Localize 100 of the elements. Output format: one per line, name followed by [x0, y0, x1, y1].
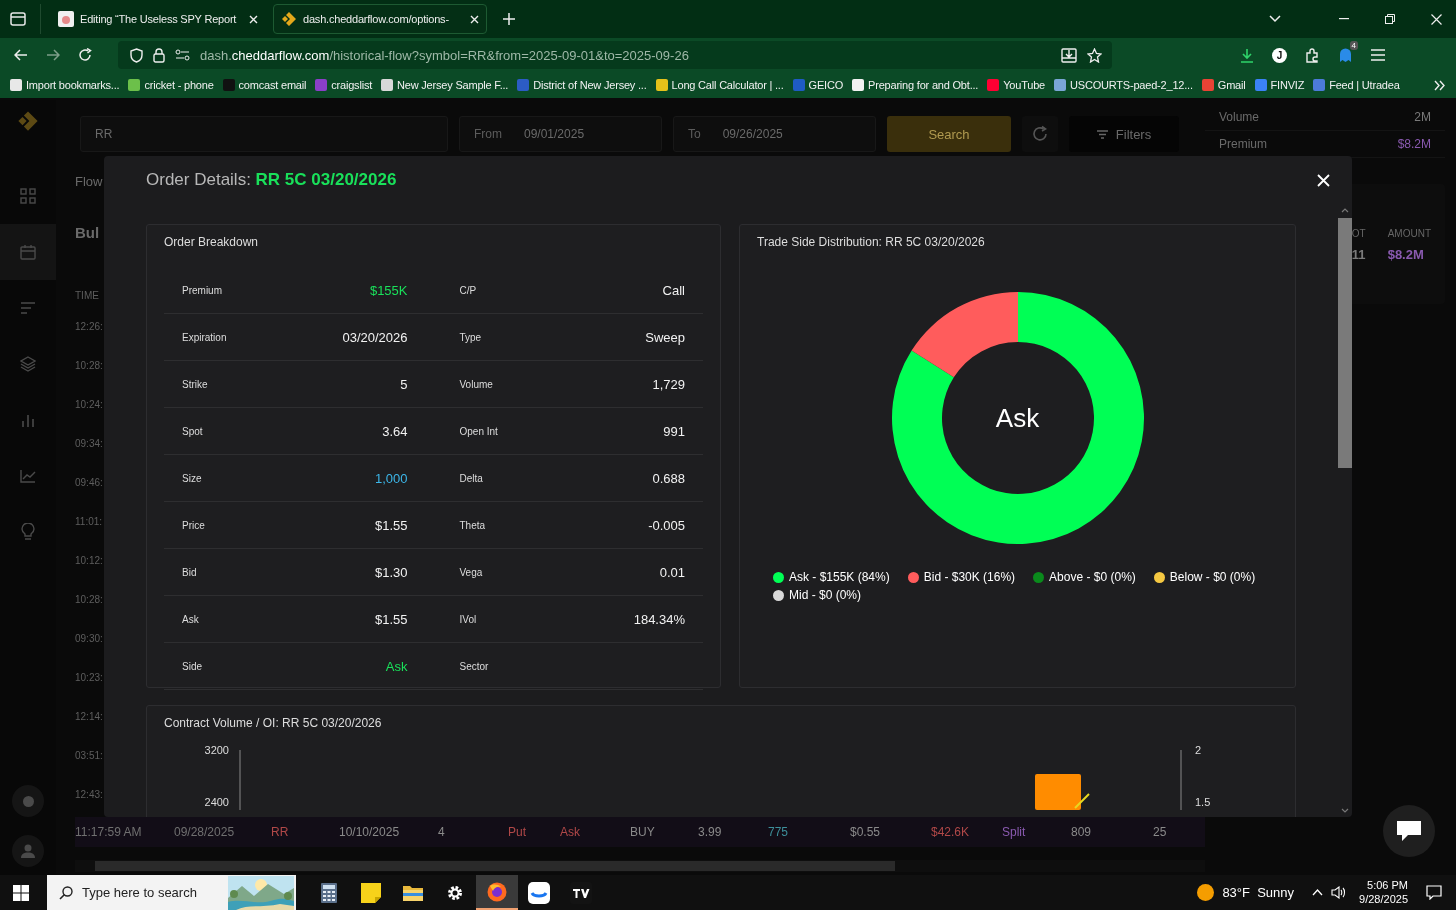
column-header: TIME [75, 289, 99, 301]
field-label: Price [182, 519, 205, 531]
bookmark-link[interactable]: Long Call Calculator | ... [655, 79, 784, 91]
bookmark-link[interactable]: comcast email [222, 79, 307, 91]
field-label: Strike [182, 378, 208, 390]
table-cell: 3.99 [698, 825, 722, 839]
save-page-icon[interactable] [1061, 47, 1077, 63]
taskbar-search-field[interactable]: Type here to search [47, 875, 296, 910]
section-heading: Bul [75, 223, 100, 241]
field-value: 1,000 [374, 470, 408, 486]
field-label: Delta [459, 472, 483, 484]
field-value: $1.30 [374, 564, 408, 580]
chat-button[interactable] [1383, 805, 1435, 857]
bookmark-link[interactable]: Feed | Utradea [1313, 79, 1400, 91]
donut-slice[interactable] [911, 292, 1018, 378]
bookmark-link[interactable]: USCOURTS-paed-2_12... [1054, 79, 1193, 91]
summary-value: 11 [1351, 247, 1366, 262]
field-value: 0.688 [652, 470, 685, 486]
search-button[interactable]: Search [887, 116, 1011, 152]
star-icon[interactable] [1087, 47, 1102, 63]
profile-avatar[interactable]: J [1272, 47, 1287, 63]
extensions-icon[interactable] [1305, 47, 1320, 63]
chat-icon [1396, 820, 1422, 842]
filter-icon [1096, 129, 1108, 139]
field-value: 5 [400, 376, 408, 392]
browser-tab[interactable]: Editing “The Useless SPY Report [51, 4, 265, 34]
bookmark-link[interactable]: GEICO [792, 79, 844, 91]
legend-label[interactable]: Above - $0 (0%) [1049, 570, 1136, 584]
close-icon[interactable] [1431, 13, 1442, 25]
weather-text[interactable]: 83°F Sunny [1222, 885, 1295, 900]
clock[interactable]: 5:06 PM 9/28/2025 [1359, 878, 1408, 907]
tab-label[interactable]: Flow [75, 173, 103, 189]
close-icon[interactable] [470, 14, 479, 24]
refresh-button[interactable] [1022, 116, 1058, 152]
download-icon[interactable] [1240, 47, 1254, 63]
bookmark-link[interactable]: YouTube [987, 79, 1046, 91]
notifications-icon[interactable] [1426, 885, 1442, 900]
bookmark-link[interactable]: New Jersey Sample F... [381, 79, 509, 91]
table-cell: 09:34: [75, 438, 103, 449]
table-row[interactable]: 11:17:59 AM 09/28/2025 RR 10/10/2025 4 Put Ask BUY 3.99 775 $0.55 $42.6K Split 809 25 [75, 817, 1205, 847]
browser-tab[interactable]: dash.cheddarflow.com/options- [273, 4, 487, 34]
bookmark-link[interactable]: Gmail [1201, 79, 1246, 91]
legend-label[interactable]: Bid - $30K (16%) [923, 570, 1016, 584]
forward-icon[interactable] [46, 49, 60, 61]
restore-icon[interactable] [1385, 14, 1395, 24]
field-value: 3.64 [382, 423, 408, 439]
bookmark-link[interactable]: FINVIZ [1254, 79, 1305, 91]
layers-icon [20, 356, 36, 372]
symbol-field[interactable]: RR [80, 116, 448, 152]
calendar-icon [20, 244, 36, 260]
field-label: Sector [459, 660, 489, 672]
url-text: dash.cheddarflow.com/historical-flow?symbol=RR&from=2025-09-01&to=2025-09-26 [200, 47, 689, 63]
donut-slice[interactable] [891, 292, 1144, 544]
menu-icon[interactable] [1371, 49, 1385, 61]
calculator-icon [321, 882, 337, 903]
field-value: $155K [369, 282, 408, 298]
field-value: 0.01 [659, 564, 685, 580]
summary-label: AMOUNT [1387, 228, 1431, 239]
legend-label[interactable]: Below - $0 (0%) [1169, 570, 1256, 584]
legend-label[interactable]: Mid - $0 (0%) [789, 588, 862, 602]
bookmark-link[interactable]: Import bookmarks... [10, 79, 120, 91]
field-value: $1.55 [374, 517, 408, 533]
bookmark-link[interactable]: cricket - phone [128, 79, 214, 91]
field-value: Ask [385, 658, 408, 674]
windows-start-icon[interactable] [13, 884, 29, 901]
bookmark-link[interactable]: District of New Jersey ... [517, 79, 647, 91]
to-date-field[interactable]: To 09/26/2025 [673, 116, 876, 152]
more-bookmarks-icon[interactable] [1434, 79, 1446, 91]
field-label: Size [182, 472, 202, 484]
table-cell: RR [271, 825, 289, 839]
lock-icon [153, 47, 165, 63]
close-icon[interactable] [249, 14, 258, 24]
axis-tick-label: 3200 [204, 744, 229, 756]
refresh-icon [1031, 125, 1049, 143]
field-label: Open Int [459, 425, 498, 437]
field-value: -0.005 [648, 517, 685, 533]
weather-icon[interactable] [1197, 884, 1215, 901]
legend-label[interactable]: Ask - $155K (84%) [789, 570, 890, 584]
table-cell: $42.6K [931, 825, 970, 839]
speaker-icon[interactable] [1331, 886, 1348, 899]
back-icon[interactable] [14, 49, 28, 61]
table-cell: $0.55 [850, 825, 881, 839]
field-label: Bid [182, 566, 197, 578]
new-tab-icon[interactable] [503, 13, 515, 25]
ghost-icon[interactable] [1338, 47, 1353, 63]
scrollbar[interactable] [75, 860, 1205, 872]
bookmark-link[interactable]: Preparing for and Obt... [852, 79, 979, 91]
reload-icon[interactable] [78, 48, 92, 62]
shield-icon [130, 47, 143, 63]
address-bar[interactable]: dash.cheddarflow.com/historical-flow?symbol=RR&from=2025-09-01&to=2025-09-26 [118, 41, 1112, 69]
bookmark-link[interactable]: craigslist [315, 79, 373, 91]
field-label: Side [182, 660, 202, 672]
from-date-field[interactable]: From 09/01/2025 [459, 116, 662, 152]
tab-list-icon[interactable] [10, 12, 26, 26]
stat-value: $8.2M [1397, 137, 1431, 151]
axis-tick-label: 2 [1195, 744, 1203, 756]
list-icon [20, 302, 36, 314]
minimize-icon[interactable] [1339, 18, 1349, 20]
table-cell: 09/28/2025 [174, 825, 235, 839]
filters-button[interactable]: Filters [1069, 116, 1179, 152]
